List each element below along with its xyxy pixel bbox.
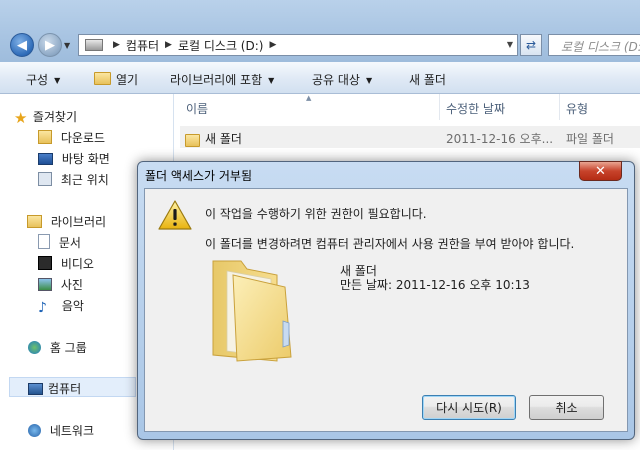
retry-button[interactable]: 다시 시도(R) (422, 395, 516, 420)
documents-icon (38, 234, 50, 249)
share-with-menu[interactable]: 공유 대상 ▼ (312, 71, 372, 88)
nav-libraries-label: 라이브러리 (50, 215, 107, 229)
folder-open-icon (94, 72, 111, 85)
nav-recent-places[interactable]: 최근 위치 (38, 171, 109, 188)
computer-icon (28, 383, 43, 395)
nav-favorites[interactable]: ★ 즐겨찾기 (14, 108, 77, 126)
nav-desktop[interactable]: 바탕 화면 (38, 150, 110, 167)
recent-places-icon (38, 172, 52, 186)
nav-downloads-label: 다운로드 (60, 131, 105, 145)
address-bar-area: ◀ ▶ ▼ ▶ 컴퓨터 ▶ 로컬 디스크 (D:) ▶ ▼ ⇄ 로컬 디스크 (… (0, 0, 640, 62)
new-folder-label: 새 폴더 (409, 73, 446, 87)
videos-icon (38, 256, 52, 270)
homegroup-icon (28, 341, 41, 354)
open-button[interactable]: 열기 (94, 71, 138, 88)
table-row[interactable]: 새 폴더 2011-12-16 오후... 파일 폴더 (180, 126, 640, 148)
new-folder-button[interactable]: 새 폴더 (409, 71, 446, 88)
nav-desktop-label: 바탕 화면 (61, 152, 110, 166)
nav-pictures-label: 사진 (60, 278, 83, 292)
back-arrow-icon: ◀ (17, 37, 27, 53)
music-note-icon: ♪ (38, 300, 47, 316)
file-type: 파일 폴더 (566, 132, 614, 146)
dialog-title: 폴더 액세스가 거부됨 (145, 169, 252, 183)
include-library-label: 라이브러리에 포함 (170, 73, 263, 87)
folder-access-denied-dialog: 폴더 액세스가 거부됨 ✕ 이 작업을 수행하기 위한 권한이 필요합니다. 이… (137, 161, 635, 440)
file-modified: 2011-12-16 오후... (446, 132, 554, 146)
file-name: 새 폴더 (205, 132, 242, 146)
recent-pages-dropdown[interactable]: ▼ (64, 41, 72, 50)
dialog-message: 이 폴더를 변경하려면 컴퓨터 관리자에서 사용 권한을 부여 받아야 합니다. (205, 237, 575, 251)
forward-arrow-icon: ▶ (45, 37, 55, 53)
chevron-down-icon: ▼ (54, 76, 61, 85)
dialog-content: 이 작업을 수행하기 위한 권한이 필요합니다. 이 폴더를 변경하려면 컴퓨터… (144, 188, 628, 432)
nav-computer[interactable]: 컴퓨터 (9, 377, 136, 397)
dialog-heading: 이 작업을 수행하기 위한 권한이 필요합니다. (205, 207, 427, 221)
command-bar: 구성 ▼ 열기 라이브러리에 포함 ▼ 공유 대상 ▼ 새 폴더 (0, 62, 640, 94)
chevron-down-icon[interactable]: ▼ (507, 40, 513, 49)
chevron-right-icon[interactable]: ▶ (165, 40, 172, 50)
chevron-down-icon: ▼ (268, 76, 275, 85)
nav-network[interactable]: 네트워크 (28, 422, 94, 439)
nav-favorites-label: 즐겨찾기 (32, 110, 77, 124)
column-header-name[interactable]: 이름 (186, 100, 208, 117)
drive-icon (85, 39, 103, 51)
chevron-right-icon[interactable]: ▶ (113, 40, 120, 50)
chevron-right-icon[interactable]: ▶ (269, 40, 276, 50)
nav-computer-label: 컴퓨터 (48, 382, 82, 396)
organize-label: 구성 (26, 73, 49, 87)
column-divider[interactable] (439, 94, 440, 120)
refresh-button[interactable]: ⇄ (520, 34, 542, 56)
breadcrumb-local-disk[interactable]: 로컬 디스크 (D:) (178, 37, 263, 54)
nav-libraries[interactable]: 라이브러리 (27, 213, 107, 230)
nav-homegroup[interactable]: 홈 그룹 (28, 339, 87, 356)
close-icon: ✕ (595, 163, 606, 179)
nav-documents-label: 문서 (58, 236, 81, 250)
desktop-icon (38, 153, 53, 165)
refresh-icon: ⇄ (525, 38, 537, 52)
network-icon (28, 424, 41, 437)
open-label: 열기 (116, 73, 139, 87)
column-header-type[interactable]: 유형 (566, 100, 588, 117)
downloads-folder-icon (38, 130, 52, 144)
nav-music-label: 음악 (61, 299, 84, 313)
back-button[interactable]: ◀ (10, 33, 34, 57)
library-icon (27, 215, 42, 228)
nav-recent-label: 최근 위치 (60, 173, 109, 187)
search-input[interactable]: 로컬 디스크 (D: (548, 34, 640, 56)
column-divider[interactable] (559, 94, 560, 120)
organize-menu[interactable]: 구성 ▼ (26, 71, 60, 88)
breadcrumb-computer[interactable]: 컴퓨터 (126, 37, 159, 54)
forward-button[interactable]: ▶ (38, 33, 62, 57)
nav-network-label: 네트워크 (49, 424, 94, 438)
column-header-modified[interactable]: 수정한 날짜 (446, 100, 505, 117)
cancel-button[interactable]: 취소 (529, 395, 604, 420)
nav-downloads[interactable]: 다운로드 (38, 129, 105, 146)
nav-homegroup-label: 홈 그룹 (49, 341, 87, 355)
pictures-icon (38, 278, 52, 291)
nav-videos[interactable]: 비디오 (38, 255, 94, 272)
item-created-date: 만든 날짜: 2011-12-16 오후 10:13 (340, 278, 530, 292)
nav-documents[interactable]: 문서 (38, 234, 81, 251)
nav-videos-label: 비디오 (60, 257, 94, 271)
folder-icon (212, 260, 292, 362)
nav-pictures[interactable]: 사진 (38, 276, 83, 293)
address-field[interactable]: ▶ 컴퓨터 ▶ 로컬 디스크 (D:) ▶ ▼ (78, 34, 518, 56)
nav-music[interactable]: ♪ 음악 (38, 297, 84, 315)
include-in-library-menu[interactable]: 라이브러리에 포함 ▼ (170, 71, 274, 88)
warning-icon (158, 200, 192, 230)
share-label: 공유 대상 (312, 73, 360, 87)
sort-ascending-icon: ▲ (306, 94, 312, 102)
close-button[interactable]: ✕ (579, 161, 622, 181)
star-icon: ★ (14, 109, 28, 127)
chevron-down-icon: ▼ (365, 76, 373, 85)
